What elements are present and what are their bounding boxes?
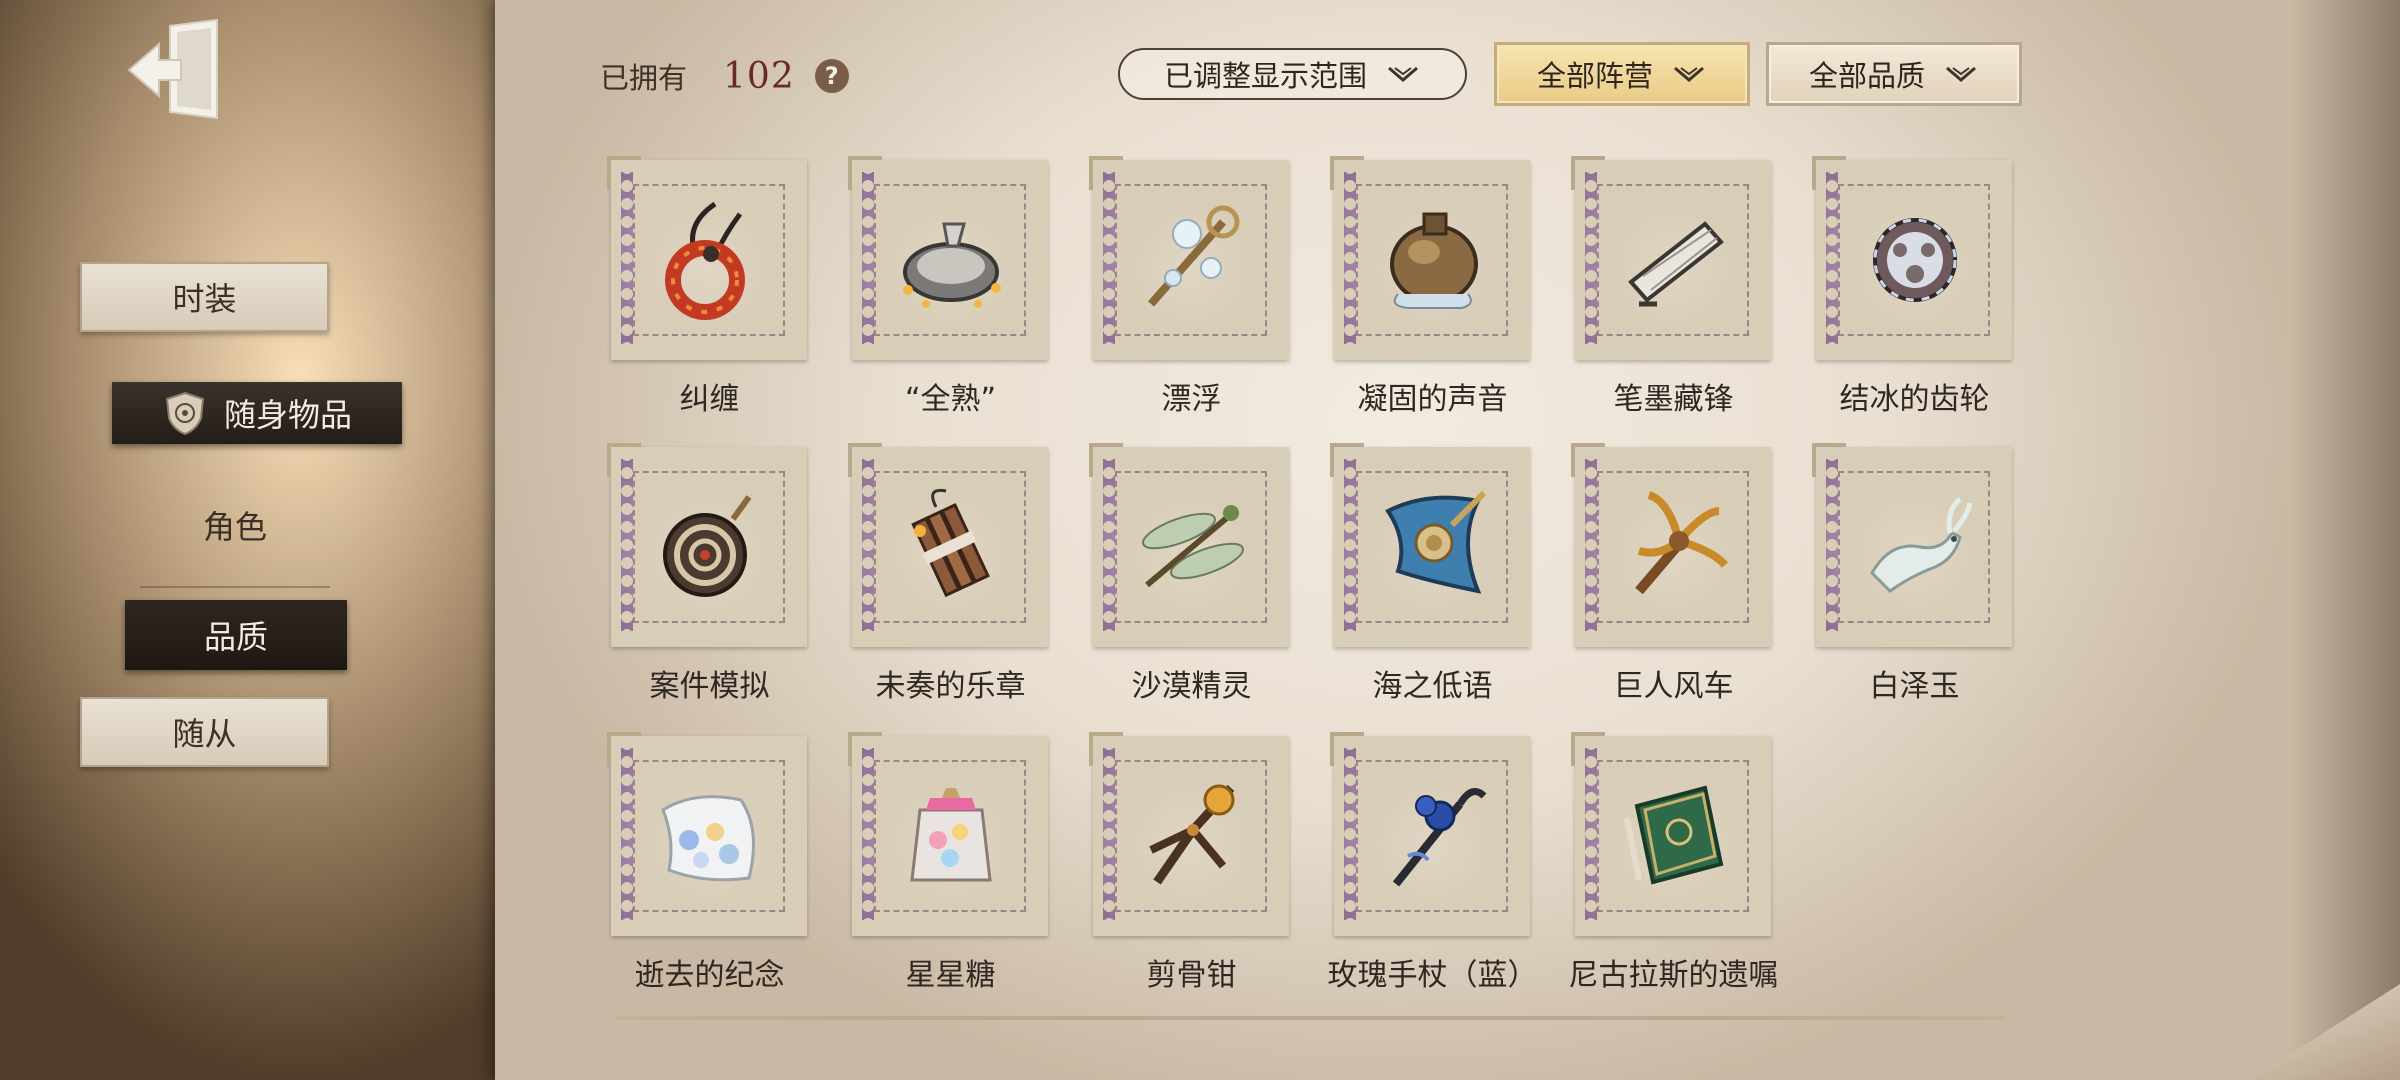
nav-character-label: 角色: [202, 508, 267, 546]
scroll-brush-icon: [1628, 221, 1724, 307]
item-name: 巨人风车: [1613, 669, 1734, 704]
quality-filter-label: 全部品质: [1808, 59, 1925, 93]
item-card[interactable]: 逝去的纪念: [607, 732, 812, 1016]
sea-shell-blade-icon: [1385, 490, 1487, 594]
red-ring-pendant-icon: [665, 201, 745, 320]
item-card[interactable]: “全熟”: [848, 156, 1053, 440]
dragonfly-icon: [1142, 505, 1244, 588]
faction-label: 全部阵营: [1536, 59, 1653, 93]
exit-button[interactable]: [125, 18, 225, 123]
chevron-down-icon: [1388, 66, 1418, 82]
bubble-wand-icon: [1147, 205, 1240, 307]
item-name: 海之低语: [1372, 669, 1493, 704]
display-range-dropdown[interactable]: 已调整显示范围: [1118, 48, 1467, 100]
chevron-down-icon: [1946, 66, 1976, 82]
bronze-vase-icon: [1390, 212, 1478, 309]
candy-jar-icon: [910, 788, 992, 882]
item-card[interactable]: 案件模拟: [607, 443, 812, 727]
item-card[interactable]: 笔墨藏锋: [1571, 156, 1776, 440]
item-card[interactable]: 星星糖: [848, 732, 1053, 1016]
item-card[interactable]: 漂浮: [1089, 156, 1294, 440]
nav-divider: [140, 586, 330, 588]
display-range-label: 已调整显示范围: [1163, 59, 1367, 93]
item-name: 白泽玉: [1869, 669, 1960, 704]
frying-pan-icon: [903, 222, 1001, 308]
owned-label: 已拥有: [600, 61, 688, 95]
item-name: 纠缠: [679, 382, 740, 417]
nav-character[interactable]: 角色: [130, 495, 340, 555]
flower-box-icon: [661, 795, 755, 882]
help-icon[interactable]: ?: [814, 59, 849, 93]
item-card[interactable]: 尼古拉斯的遗嘱: [1569, 732, 1779, 1016]
item-card[interactable]: 纠缠: [607, 156, 812, 440]
item-name: 剪骨钳: [1146, 958, 1237, 993]
faction-dropdown[interactable]: 全部阵营: [1494, 42, 1750, 106]
dynamite-bundle-icon: [911, 488, 990, 598]
item-card[interactable]: 白泽玉: [1812, 443, 2017, 727]
nav-accessories-label: 随身物品: [223, 396, 352, 434]
item-name: 案件模拟: [649, 669, 770, 704]
item-card[interactable]: 未奏的乐章: [848, 443, 1053, 727]
quality-dropdown[interactable]: 全部品质: [1766, 42, 2022, 106]
item-card[interactable]: 玫瑰手杖（蓝）: [1328, 732, 1538, 1016]
nav-fashion-label: 时装: [172, 280, 237, 318]
chevron-down-icon: [1674, 66, 1704, 82]
item-name: 漂浮: [1161, 382, 1222, 417]
paper-edge-shadow: [2290, 0, 2400, 1080]
item-name: 尼古拉斯的遗嘱: [1568, 958, 1779, 993]
item-name: “全熟”: [904, 382, 997, 417]
bottom-divider: [615, 1016, 2005, 1020]
nav-follower[interactable]: 随从: [80, 697, 329, 767]
bone-pliers-icon: [1149, 784, 1235, 885]
spinning-top-icon: [663, 495, 752, 597]
item-card[interactable]: 沙漠精灵: [1089, 443, 1294, 727]
nav-fashion[interactable]: 时装: [80, 262, 329, 332]
item-name: 逝去的纪念: [634, 958, 785, 993]
item-name: 笔墨藏锋: [1613, 382, 1734, 417]
antler-windmill-icon: [1635, 491, 1729, 595]
nav-follower-label: 随从: [172, 715, 237, 753]
item-name: 凝固的声音: [1357, 382, 1508, 417]
exit-door-icon: [127, 18, 218, 120]
frozen-gear-icon: [1873, 218, 1957, 302]
nav-quality[interactable]: 品质: [125, 600, 347, 670]
nav-quality-label: 品质: [203, 618, 268, 656]
nav-accessories[interactable]: 随身物品: [112, 382, 402, 444]
owned-count: 102: [723, 55, 795, 97]
item-name: 沙漠精灵: [1131, 669, 1252, 704]
item-name: 星星糖: [905, 958, 996, 993]
item-card[interactable]: 结冰的齿轮: [1812, 156, 2017, 440]
owned-summary: 已拥有 102 ?: [600, 52, 849, 100]
item-name: 结冰的齿轮: [1839, 382, 1990, 417]
item-name: 玫瑰手杖（蓝）: [1327, 958, 1538, 993]
shield-emblem-icon: [165, 391, 205, 436]
item-card[interactable]: 巨人风车: [1571, 443, 1776, 727]
item-card[interactable]: 海之低语: [1330, 443, 1535, 727]
jade-deer-icon: [1870, 497, 1973, 593]
item-card[interactable]: 凝固的声音: [1330, 156, 1535, 440]
item-card[interactable]: 剪骨钳: [1089, 732, 1294, 1016]
item-name: 未奏的乐章: [875, 669, 1026, 704]
blue-rose-cane-icon: [1392, 788, 1487, 887]
green-book-icon: [1624, 785, 1724, 885]
